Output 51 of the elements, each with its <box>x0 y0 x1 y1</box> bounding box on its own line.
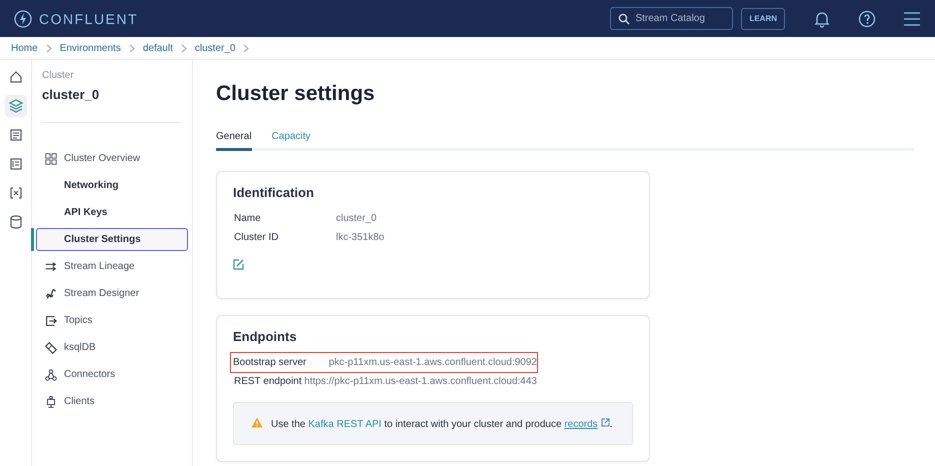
learn-button[interactable]: LEARN <box>741 8 785 30</box>
chevron-icon <box>46 44 52 52</box>
breadcrumb-link[interactable]: default <box>142 42 173 54</box>
sidebar-item[interactable]: Connectors <box>36 363 188 386</box>
edit-icon[interactable] <box>233 259 244 270</box>
menu-icon[interactable] <box>903 10 921 26</box>
grid-icon <box>44 150 58 166</box>
sidebar-caption: Cluster <box>41 70 75 81</box>
sidebar-item[interactable]: Stream Designer <box>36 282 188 305</box>
field-value: https://pkc-p11xm.us-east-1.aws.confluent.cloud:443 <box>304 376 537 387</box>
selection-bar <box>31 228 34 251</box>
layers-icon[interactable] <box>4 95 26 117</box>
page-title: Cluster settings <box>216 82 376 107</box>
sidebar-item[interactable]: Cluster Settings <box>36 228 188 251</box>
breadcrumb-link[interactable]: cluster_0 <box>194 42 236 54</box>
field-label: Bootstrap server <box>233 357 308 368</box>
client-icon <box>44 394 58 410</box>
logo-icon <box>14 10 32 28</box>
notice-text: Use the Kafka REST API to interact with your cluster and produce records . <box>271 418 612 430</box>
chevron-icon <box>128 44 135 52</box>
external-link-icon[interactable] <box>600 418 610 426</box>
sidebar-item[interactable]: API Keys <box>36 201 188 224</box>
sidebar-item[interactable]: ksqlDB <box>36 336 188 359</box>
breadcrumb-link[interactable]: Environments <box>60 42 121 54</box>
sidebar-item[interactable]: Cluster Overview <box>36 147 188 170</box>
field-value: lkc-351k8o <box>336 232 384 243</box>
chevron-icon <box>243 44 250 52</box>
breadcrumb-link[interactable]: Home <box>11 42 38 54</box>
field-label: REST endpoint <box>234 376 303 387</box>
field-label: Cluster ID <box>234 232 280 243</box>
chevron-icon <box>180 44 187 52</box>
search-field[interactable]: Stream Catalog <box>610 7 734 30</box>
sidebar-item[interactable]: Clients <box>36 390 188 413</box>
field-label: Name <box>234 213 262 224</box>
cluster-name: cluster_0 <box>41 87 100 102</box>
field-value: cluster_0 <box>336 213 377 224</box>
search-icon <box>618 13 630 25</box>
sidebar-item[interactable]: Stream Lineage <box>36 255 188 278</box>
field-value: pkc-p11xm.us-east-1.aws.confluent.cloud:9092 <box>328 357 537 368</box>
warning-icon <box>251 416 263 430</box>
section-title: Identification <box>233 185 315 200</box>
tag-icon <box>44 340 58 356</box>
brand-name: CONFLUENT <box>39 10 138 26</box>
tab[interactable]: General <box>216 131 252 151</box>
bell-icon[interactable] <box>813 10 831 28</box>
help-icon[interactable] <box>858 10 876 28</box>
tab[interactable]: Capacity <box>272 131 310 151</box>
section-title: Endpoints <box>233 329 298 344</box>
sidebar-item[interactable]: Networking <box>36 174 188 197</box>
sidebar-item[interactable]: Topics <box>36 309 188 332</box>
nodes-icon <box>44 366 58 382</box>
